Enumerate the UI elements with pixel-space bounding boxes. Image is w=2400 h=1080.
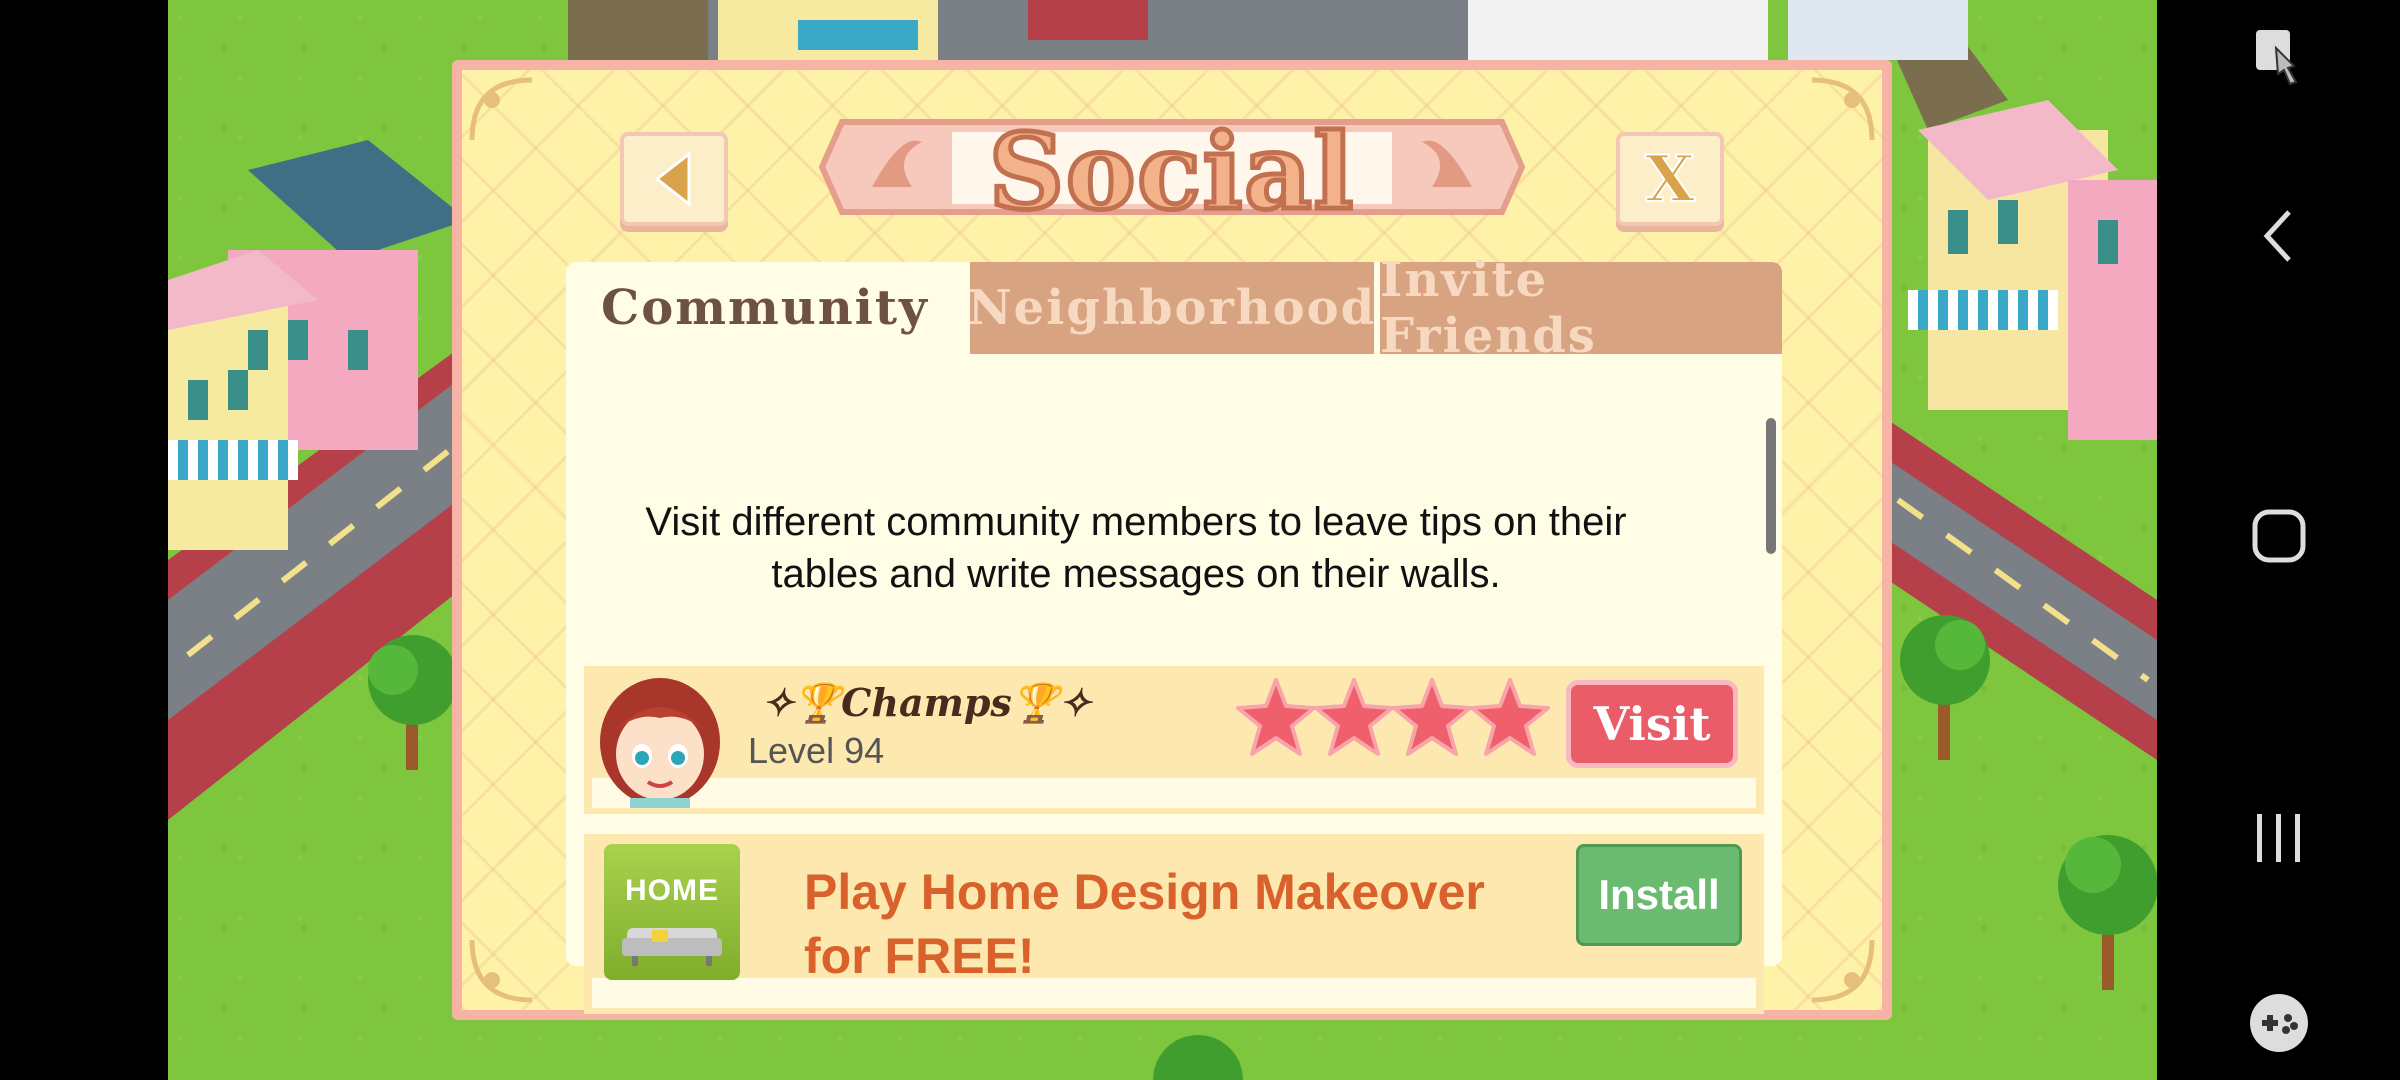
game-tools-button[interactable]: [2157, 992, 2400, 1054]
tree-right-2: [2058, 835, 2157, 990]
accessibility-button[interactable]: [2157, 26, 2400, 86]
triangle-left-icon: [654, 150, 691, 208]
dialog-title: Social: [986, 108, 1356, 236]
tab-invite-friends[interactable]: Invite Friends: [1380, 252, 1782, 364]
ad-text: Play Home Design Makeover for FREE!: [804, 864, 1485, 984]
nav-recents-button[interactable]: [2157, 810, 2400, 866]
corner-ornament-tl: [469, 77, 533, 141]
tab-neighborhood[interactable]: Neighborhood: [968, 262, 1374, 354]
install-button[interactable]: Install: [1576, 844, 1742, 946]
building-left: [168, 140, 468, 550]
star-icon: [1392, 678, 1472, 756]
building-right: [1888, 20, 2157, 440]
close-icon: X: [1644, 141, 1696, 218]
star-icon: [1314, 678, 1394, 756]
corner-ornament-bl: [469, 939, 533, 1003]
home-icon: [2252, 509, 2305, 563]
tree-right-1: [1900, 615, 1990, 760]
recents-icon: [2256, 814, 2300, 862]
ad-row[interactable]: HOME Play Home Design Makeover for FREE!…: [584, 834, 1764, 1014]
member-name: ✧🏆𝑪𝒉𝒂𝒎𝒑𝒔🏆✧: [762, 680, 1091, 725]
accessibility-icon: [2255, 30, 2297, 86]
social-dialog: Social X Community Neighborhood Invite F…: [452, 60, 1892, 1020]
member-level: Level 94: [748, 730, 885, 771]
nav-home-button[interactable]: [2157, 508, 2400, 564]
tree-bottom: [1153, 1035, 1243, 1080]
building-top: [568, 0, 1968, 60]
description-text: Visit different community members to lea…: [645, 500, 1627, 596]
corner-ornament-tr: [1811, 77, 1875, 141]
app-icon-label: HOME: [625, 874, 719, 907]
back-button[interactable]: [620, 132, 728, 226]
avatar: [600, 678, 720, 808]
star-icon: [1236, 678, 1316, 756]
community-member-row[interactable]: ✧🏆𝑪𝒉𝒂𝒎𝒑𝒔🏆✧ Level 94 Visit: [584, 666, 1764, 814]
scrollbar[interactable]: [1766, 418, 1776, 554]
nav-back-button[interactable]: [2157, 206, 2400, 266]
back-icon: [2263, 210, 2291, 262]
home-design-app-icon: HOME: [604, 844, 740, 980]
corner-ornament-br: [1811, 939, 1875, 1003]
sofa-icon: [622, 928, 722, 966]
row-stripe: [592, 778, 1756, 808]
title-banner: Social: [812, 102, 1532, 236]
content-panel: Community Neighborhood Invite Friends Vi…: [566, 252, 1782, 1014]
visit-button[interactable]: Visit: [1566, 680, 1738, 768]
tab-community[interactable]: Community: [566, 262, 964, 354]
star-icon: [1470, 678, 1550, 756]
game-tools-icon: [2249, 994, 2308, 1052]
close-button[interactable]: X: [1616, 132, 1724, 226]
system-nav-bar: [2157, 0, 2400, 1080]
